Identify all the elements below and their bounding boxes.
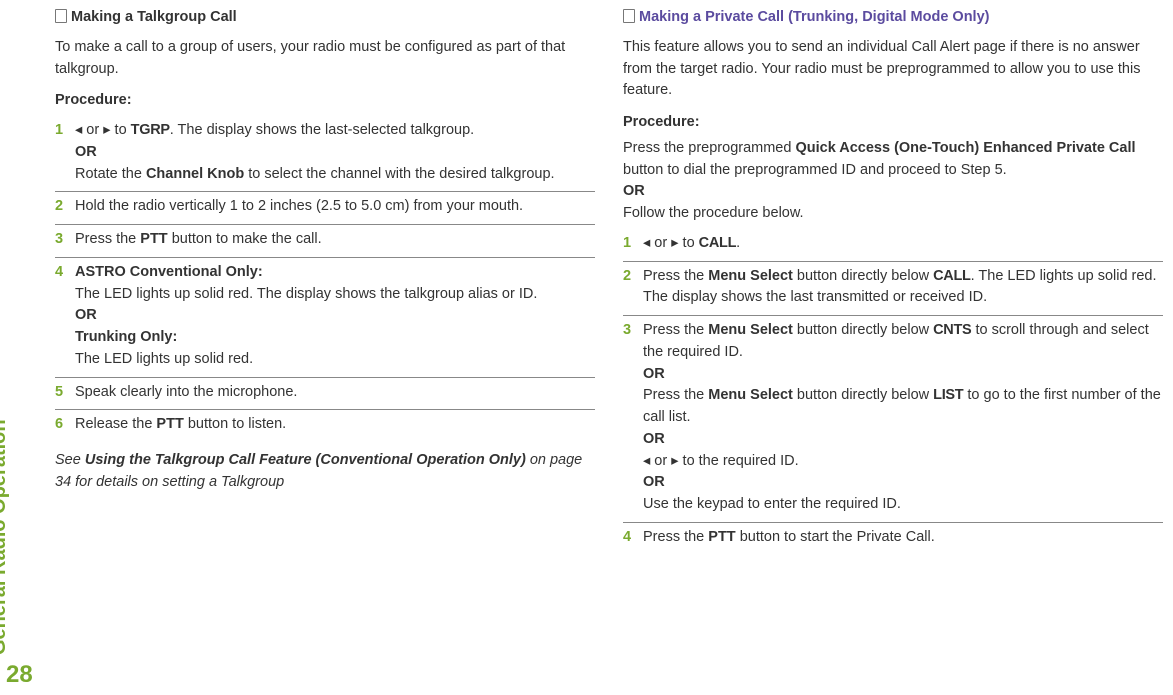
or-label: OR <box>75 307 97 323</box>
tgrp-label: TGRP <box>131 122 170 138</box>
step-number: 2 <box>623 266 643 288</box>
private-call-steps: 1 ◂ or ▸ to CALL. 2 Press the Menu Selec… <box>623 229 1163 555</box>
step-text: Press the <box>643 268 708 284</box>
step-number: 3 <box>623 320 643 342</box>
talkgroup-footnote: See Using the Talkgroup Call Feature (Co… <box>55 450 595 494</box>
step-text: button to listen. <box>184 416 286 432</box>
talkgroup-call-heading: Making a Talkgroup Call <box>55 7 595 29</box>
step-body: Press the PTT button to start the Privat… <box>643 527 1163 549</box>
sidebar-section-label: General Radio Operation <box>0 419 14 655</box>
call-label: CALL <box>933 268 970 284</box>
step-text: ◂ or ▸ to <box>75 122 131 138</box>
step-text: Rotate the <box>75 166 146 182</box>
cnts-label: CNTS <box>933 322 971 338</box>
step-1: 1 ◂ or ▸ to CALL. <box>623 229 1163 262</box>
step-body: Speak clearly into the microphone. <box>75 382 595 404</box>
left-margin: General Radio Operation 28 <box>0 0 45 695</box>
step-text: The LED lights up solid red. <box>75 351 253 367</box>
footnote-text: See <box>55 452 85 468</box>
step-text: button directly below <box>793 268 933 284</box>
step-body: ◂ or ▸ to CALL. <box>643 233 1163 255</box>
step-body: Press the Menu Select button directly be… <box>643 320 1163 516</box>
or-label: OR <box>623 183 645 199</box>
channel-knob-label: Channel Knob <box>146 166 244 182</box>
step-text: to select the channel with the desired t… <box>244 166 554 182</box>
call-label: CALL <box>699 235 736 251</box>
ptt-label: PTT <box>140 231 167 247</box>
step-text: The LED lights up solid red. The display… <box>75 286 537 302</box>
step-number: 2 <box>55 196 75 218</box>
or-label: OR <box>643 366 665 382</box>
step-3: 3 Press the Menu Select button directly … <box>623 316 1163 523</box>
step-text: button directly below <box>793 322 933 338</box>
step-body: Hold the radio vertically 1 to 2 inches … <box>75 196 595 218</box>
procedure-preamble: Press the preprogrammed Quick Access (On… <box>623 138 1163 225</box>
private-call-heading: Making a Private Call (Trunking, Digital… <box>623 7 1163 29</box>
step-text: Press the <box>643 387 708 403</box>
preamble-text: button to dial the preprogrammed ID and … <box>623 162 1007 178</box>
step-4: 4 Press the PTT button to start the Priv… <box>623 523 1163 555</box>
step-number: 1 <box>55 120 75 142</box>
step-1: 1 ◂ or ▸ to TGRP. The display shows the … <box>55 116 595 192</box>
step-text: Press the <box>75 231 140 247</box>
step-body: Press the Menu Select button directly be… <box>643 266 1163 310</box>
preamble-text: Follow the procedure below. <box>623 205 804 221</box>
step-4: 4 ASTRO Conventional Only: The LED light… <box>55 258 595 378</box>
menu-select-label: Menu Select <box>708 387 793 403</box>
step-5: 5 Speak clearly into the microphone. <box>55 378 595 411</box>
trunking-heading: Trunking Only: <box>75 329 177 345</box>
step-text: button directly below <box>793 387 933 403</box>
content-columns: Making a Talkgroup Call To make a call t… <box>45 0 1173 695</box>
step-text: . The display shows the last-selected ta… <box>170 122 474 138</box>
astro-heading: ASTRO Conventional Only: <box>75 264 263 280</box>
step-number: 4 <box>623 527 643 549</box>
quick-access-label: Quick Access (One-Touch) Enhanced Privat… <box>795 140 1135 156</box>
or-label: OR <box>643 474 665 490</box>
list-label: LIST <box>933 387 963 403</box>
step-number: 3 <box>55 229 75 251</box>
menu-select-label: Menu Select <box>708 268 793 284</box>
step-text: ◂ or ▸ to the required ID. <box>643 453 799 469</box>
step-number: 1 <box>623 233 643 255</box>
step-6: 6 Release the PTT button to listen. <box>55 410 595 442</box>
step-body: ASTRO Conventional Only: The LED lights … <box>75 262 595 371</box>
step-text: button to start the Private Call. <box>736 529 935 545</box>
ptt-label: PTT <box>708 529 735 545</box>
ptt-label: PTT <box>156 416 183 432</box>
left-column: Making a Talkgroup Call To make a call t… <box>55 5 595 685</box>
private-call-intro: This feature allows you to send an indiv… <box>623 37 1163 102</box>
step-body: ◂ or ▸ to TGRP. The display shows the la… <box>75 120 595 185</box>
step-3: 3 Press the PTT button to make the call. <box>55 225 595 258</box>
step-text: ◂ or ▸ to <box>643 235 699 251</box>
step-number: 5 <box>55 382 75 404</box>
step-text: . <box>736 235 740 251</box>
step-body: Release the PTT button to listen. <box>75 414 595 436</box>
step-text: Release the <box>75 416 156 432</box>
talkgroup-intro: To make a call to a group of users, your… <box>55 37 595 81</box>
step-text: Press the <box>643 322 708 338</box>
step-text: Use the keypad to enter the required ID. <box>643 496 901 512</box>
page: General Radio Operation 28 Making a Talk… <box>0 0 1173 695</box>
footnote-ref: Using the Talkgroup Call Feature (Conven… <box>85 452 526 468</box>
or-label: OR <box>643 431 665 447</box>
step-2: 2 Press the Menu Select button directly … <box>623 262 1163 317</box>
step-text: button to make the call. <box>168 231 322 247</box>
preamble-text: Press the preprogrammed <box>623 140 795 156</box>
page-number: 28 <box>6 657 33 693</box>
or-label: OR <box>75 144 97 160</box>
step-2: 2 Hold the radio vertically 1 to 2 inche… <box>55 192 595 225</box>
step-number: 4 <box>55 262 75 284</box>
menu-select-label: Menu Select <box>708 322 793 338</box>
talkgroup-steps: 1 ◂ or ▸ to TGRP. The display shows the … <box>55 116 595 442</box>
step-number: 6 <box>55 414 75 436</box>
procedure-label: Procedure: <box>623 112 1163 134</box>
step-body: Press the PTT button to make the call. <box>75 229 595 251</box>
procedure-label: Procedure: <box>55 90 595 112</box>
right-column: Making a Private Call (Trunking, Digital… <box>623 5 1163 685</box>
step-text: Press the <box>643 529 708 545</box>
